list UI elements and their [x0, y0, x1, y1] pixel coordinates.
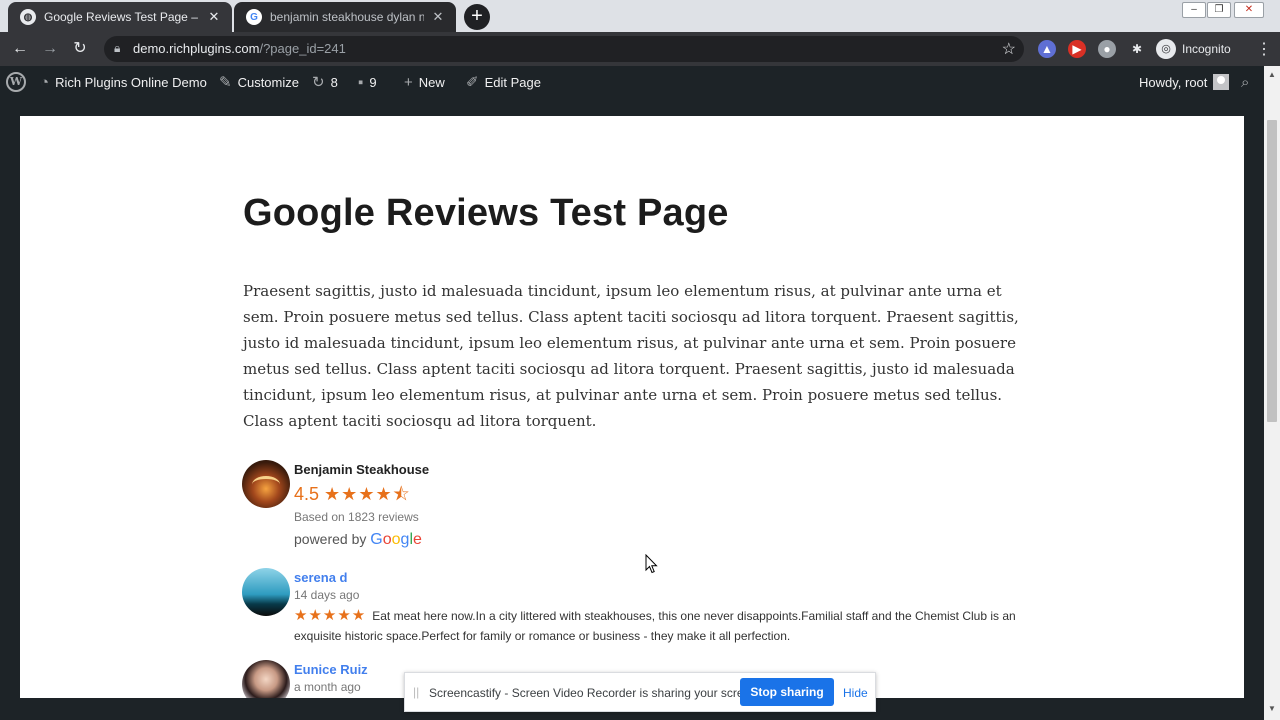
business-photo[interactable] — [242, 460, 290, 508]
howdy-label: Howdy, root — [1139, 74, 1208, 90]
customize-label: Customize — [237, 74, 299, 90]
screencastify-share-bar: || Screencastify - Screen Video Recorder… — [404, 672, 876, 712]
powered-by-label: powered by — [294, 531, 367, 547]
screencastify-extension-icon[interactable]: ▶ — [1068, 40, 1086, 58]
edit-page-link[interactable]: ✐ Edit Page — [466, 66, 541, 98]
mouse-cursor-icon — [645, 554, 658, 574]
window-close-icon[interactable]: ✕ — [1234, 2, 1264, 18]
incognito-label: Incognito — [1182, 42, 1231, 56]
scroll-down-arrow-icon[interactable]: ▼ — [1264, 704, 1280, 713]
comments-link[interactable]: ▪ 9 — [358, 66, 377, 98]
page-content: Google Reviews Test Page Praesent sagitt… — [20, 116, 1244, 698]
stop-sharing-button[interactable]: Stop sharing — [740, 678, 834, 706]
review-stars: ★★★★★ — [294, 607, 367, 624]
close-icon[interactable]: ✕ — [206, 9, 222, 25]
restore-icon[interactable]: ❐ — [1207, 2, 1231, 18]
hide-button[interactable]: Hide — [843, 686, 868, 700]
review-count: Based on 1823 reviews — [294, 510, 419, 524]
scrollbar-thumb[interactable] — [1267, 120, 1277, 422]
reviewer-avatar[interactable] — [242, 568, 290, 616]
pencil-icon: ✐ — [466, 74, 479, 91]
updates-count: 8 — [330, 74, 338, 90]
incognito-profile-button[interactable]: ◎ Incognito — [1156, 38, 1231, 60]
kebab-menu-icon[interactable]: ⋮ — [1256, 39, 1272, 59]
reviewer-name[interactable]: serena d — [294, 570, 347, 585]
tab-benjamin-steakhouse-search[interactable]: G benjamin steakhouse dylan nyc - ✕ — [234, 2, 456, 32]
scroll-up-arrow-icon[interactable]: ▲ — [1264, 70, 1280, 79]
page-paragraph: Praesent sagittis, justo id malesuada ti… — [243, 282, 1019, 430]
new-content-menu[interactable]: + New — [404, 66, 445, 98]
edit-page-label: Edit Page — [484, 74, 541, 90]
wordpress-icon: W — [6, 72, 26, 92]
lock-icon: 🔒︎ — [114, 41, 121, 55]
rating-stars: ★★★★⯪ — [324, 484, 411, 504]
wordpress-logo-menu[interactable]: W — [6, 66, 26, 98]
page-title: Google Reviews Test Page — [243, 192, 729, 234]
new-tab-button[interactable]: + — [464, 4, 490, 30]
bookmark-star-icon[interactable]: ☆ — [1002, 39, 1016, 59]
extension-globe-icon[interactable]: ● — [1098, 40, 1116, 58]
incognito-icon: ◎ — [1156, 39, 1176, 59]
globe-icon: ◍ — [20, 9, 36, 25]
business-rating: 4.5 ★★★★⯪ — [294, 482, 411, 512]
review-time: a month ago — [294, 680, 361, 694]
site-name: Rich Plugins Online Demo — [55, 74, 207, 90]
rating-value: 4.5 — [294, 484, 320, 504]
customize-link[interactable]: ✎ Customize — [219, 66, 299, 98]
wp-admin-bar: W ◔ Rich Plugins Online Demo ✎ Customize… — [0, 66, 1264, 98]
new-label: New — [418, 74, 445, 90]
browser-toolbar: ← → ↻ 🔒︎ demo.richplugins.com/?page_id=2… — [0, 32, 1280, 66]
sharing-message: Screencastify - Screen Video Recorder is… — [429, 686, 761, 700]
arrow-right-icon[interactable]: → — [40, 39, 60, 59]
drag-handle-icon[interactable]: || — [413, 685, 419, 699]
close-icon[interactable]: ✕ — [430, 9, 446, 25]
tab-title: Google Reviews Test Page – Rich — [44, 10, 200, 24]
powered-by-google: powered by Google — [294, 531, 422, 549]
minimize-icon[interactable]: – — [1182, 2, 1206, 18]
plus-icon: + — [404, 73, 413, 91]
puzzle-icon[interactable]: ✱ — [1128, 40, 1146, 58]
business-name[interactable]: Benjamin Steakhouse — [294, 462, 429, 477]
search-icon: ⌕ — [1241, 73, 1250, 91]
reviewer-name[interactable]: Eunice Ruiz — [294, 662, 368, 677]
google-logo: Google — [370, 531, 422, 548]
dashboard-icon: ◔ — [40, 73, 50, 91]
arrow-left-icon[interactable]: ← — [10, 39, 30, 59]
updates-link[interactable]: ↻ 8 — [312, 66, 338, 98]
review-time: 14 days ago — [294, 588, 360, 602]
paintbrush-icon: ✎ — [219, 74, 232, 91]
address-bar[interactable]: 🔒︎ demo.richplugins.com/?page_id=241 ☆ — [104, 36, 1024, 62]
address-url: demo.richplugins.com/?page_id=241 — [133, 41, 346, 56]
reload-icon[interactable]: ↻ — [70, 39, 90, 59]
admin-search[interactable]: ⌕ — [1241, 66, 1249, 98]
tab-google-reviews-test-page[interactable]: ◍ Google Reviews Test Page – Rich ✕ — [8, 2, 232, 32]
my-account-menu[interactable]: Howdy, root — [1139, 66, 1230, 98]
review-text: Eat meat here now.In a city littered wit… — [294, 609, 1016, 643]
reviewer-avatar[interactable] — [242, 660, 290, 698]
comment-icon: ▪ — [358, 73, 364, 91]
avatar — [1213, 74, 1230, 90]
google-g-icon: G — [246, 9, 262, 25]
browser-tab-strip: ◍ Google Reviews Test Page – Rich ✕ G be… — [0, 0, 1280, 32]
site-name-menu[interactable]: ◔ Rich Plugins Online Demo — [40, 66, 207, 98]
comments-count: 9 — [369, 74, 377, 90]
review-text-block: ★★★★★ Eat meat here now.In a city littere… — [294, 606, 1018, 646]
half-star-icon: ⯪ — [392, 484, 411, 504]
updates-icon: ↻ — [312, 74, 325, 91]
page-scrollbar[interactable]: ▲ ▼ — [1264, 66, 1280, 720]
tab-title: benjamin steakhouse dylan nyc - — [270, 10, 424, 24]
extension-account-icon[interactable]: ▲ — [1038, 40, 1056, 58]
